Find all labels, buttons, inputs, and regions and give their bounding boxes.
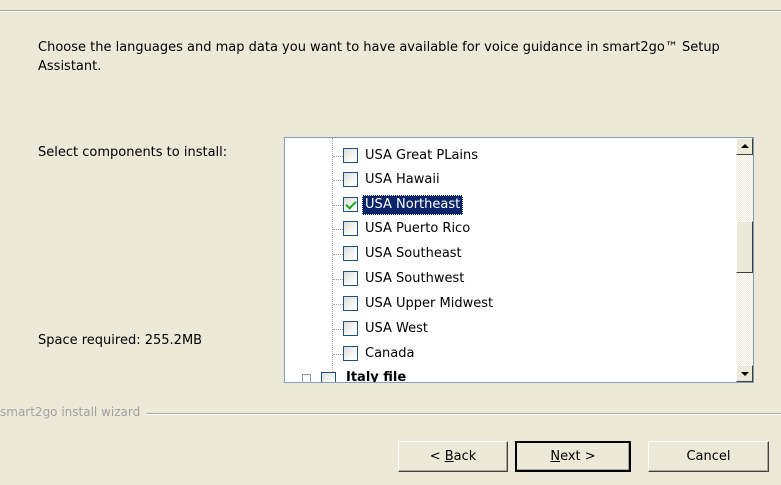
tree-item-usa-southwest[interactable]: USA Southwest bbox=[285, 267, 705, 291]
tree-branch bbox=[333, 254, 343, 255]
select-components-label: Select components to install: bbox=[38, 145, 228, 160]
tree-item-usa-southeast[interactable]: USA Southeast bbox=[285, 242, 705, 266]
tree-item-usa-hawaii[interactable]: USA Hawaii bbox=[285, 168, 705, 192]
tree-item-label[interactable]: USA Northeast bbox=[362, 195, 464, 215]
scroll-down-button[interactable] bbox=[736, 365, 753, 382]
checkbox[interactable] bbox=[343, 271, 358, 286]
checkbox[interactable] bbox=[343, 346, 358, 361]
checkbox[interactable] bbox=[343, 221, 358, 236]
tree-item-italy[interactable]: Italy file bbox=[285, 370, 705, 382]
tree-branch bbox=[333, 205, 343, 206]
components-tree[interactable]: USA Great PLains USA Hawaii USA Northeas… bbox=[284, 137, 754, 383]
scroll-up-button[interactable] bbox=[736, 138, 753, 155]
tree-item-label[interactable]: USA Southeast bbox=[362, 244, 465, 264]
tree-item-label[interactable]: USA West bbox=[362, 319, 431, 339]
description-text: Choose the languages and map data you wa… bbox=[38, 40, 720, 74]
next-mnemonic: N bbox=[550, 449, 561, 464]
tree-item-label[interactable]: USA Upper Midwest bbox=[362, 294, 496, 314]
tree-item-usa-puerto-rico[interactable]: USA Puerto Rico bbox=[285, 217, 705, 241]
top-separator bbox=[0, 10, 781, 12]
space-required-label: Space required: 255.2MB bbox=[38, 333, 203, 348]
tree-item-label[interactable]: USA Southwest bbox=[362, 269, 467, 289]
checkbox[interactable] bbox=[343, 246, 358, 261]
tree-branch bbox=[333, 229, 343, 230]
tree-item-label[interactable]: USA Great PLains bbox=[362, 146, 481, 166]
vertical-scrollbar[interactable] bbox=[736, 138, 753, 382]
tree-branch bbox=[333, 329, 343, 330]
tree-branch bbox=[333, 354, 343, 355]
tree-item-usa-northeast[interactable]: USA Northeast bbox=[285, 193, 705, 217]
expand-collapse-icon[interactable] bbox=[302, 374, 311, 382]
checkbox[interactable] bbox=[343, 321, 358, 336]
tree-item-label[interactable]: USA Hawaii bbox=[362, 170, 443, 190]
tree-branch bbox=[333, 180, 343, 181]
arrow-up-icon bbox=[741, 144, 749, 148]
wizard-group-label: smart2go install wizard bbox=[0, 405, 147, 419]
tree-item-label[interactable]: USA Puerto Rico bbox=[362, 219, 473, 239]
arrow-down-icon bbox=[741, 372, 749, 376]
tree-item-usa-great-plains[interactable]: USA Great PLains bbox=[285, 144, 705, 168]
checkbox[interactable] bbox=[343, 172, 358, 187]
checkbox[interactable] bbox=[343, 148, 358, 163]
scrollbar-thumb[interactable] bbox=[736, 221, 753, 273]
tree-branch bbox=[333, 156, 343, 157]
checkbox[interactable] bbox=[321, 372, 336, 382]
tree-item-label[interactable]: Canada bbox=[362, 344, 417, 364]
tree-items-area: USA Great PLains USA Hawaii USA Northeas… bbox=[285, 138, 736, 382]
back-button[interactable]: < Back bbox=[398, 441, 508, 472]
tree-branch bbox=[333, 279, 343, 280]
checkbox[interactable] bbox=[343, 296, 358, 311]
checkbox-checked[interactable] bbox=[343, 197, 358, 212]
tree-item-usa-upper-midwest[interactable]: USA Upper Midwest bbox=[285, 292, 705, 316]
cancel-button[interactable]: Cancel bbox=[648, 441, 769, 472]
back-rest: ack bbox=[453, 449, 477, 464]
tree-item-canada[interactable]: Canada bbox=[285, 342, 705, 366]
next-button[interactable]: Next > bbox=[515, 441, 631, 472]
tree-branch bbox=[333, 304, 343, 305]
back-mnemonic: B bbox=[444, 449, 454, 464]
tree-item-label[interactable]: Italy file bbox=[343, 368, 409, 382]
tree-item-usa-west[interactable]: USA West bbox=[285, 317, 705, 341]
back-prefix: < bbox=[429, 449, 445, 464]
next-rest: ext > bbox=[560, 449, 596, 464]
